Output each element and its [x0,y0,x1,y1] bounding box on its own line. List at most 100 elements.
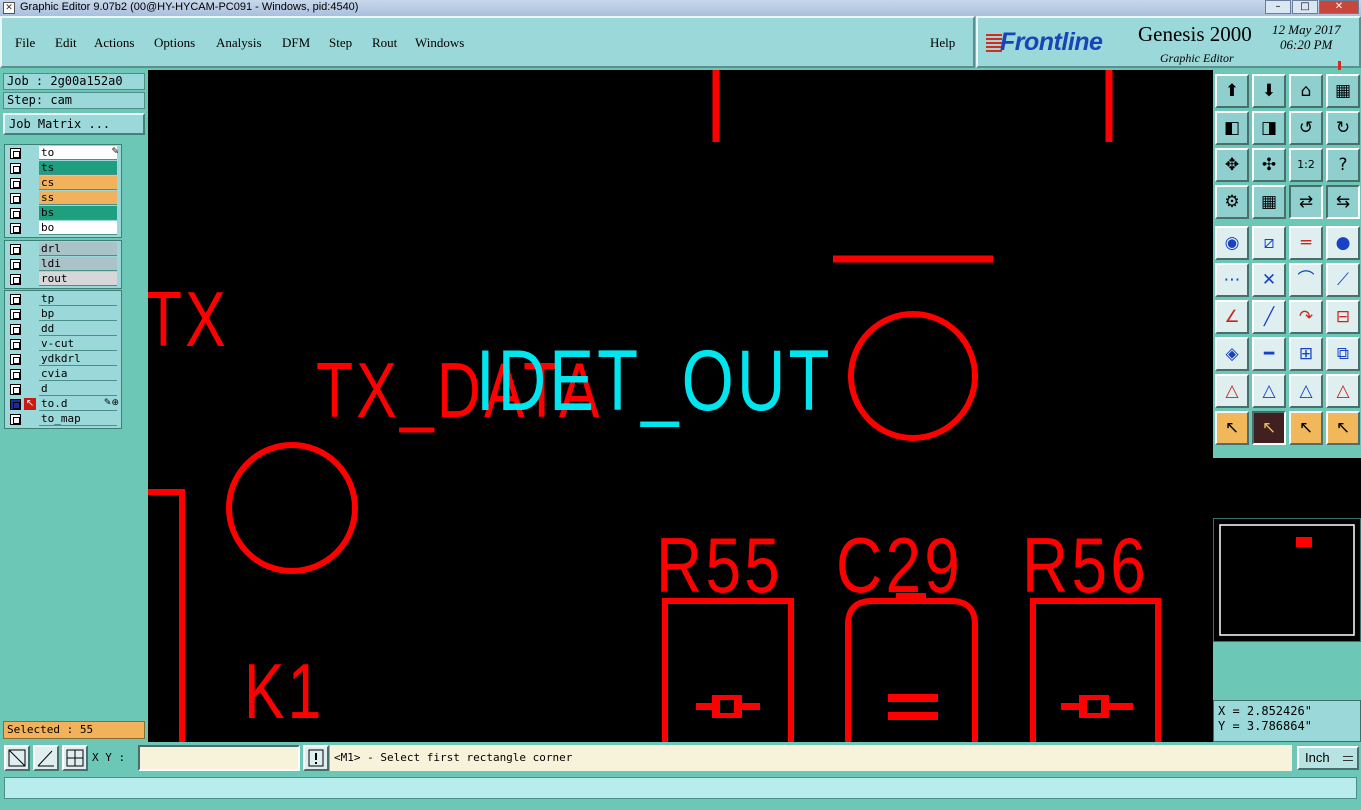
layer-name[interactable]: tp [39,292,117,306]
layer-name[interactable]: ydkdrl [39,352,117,366]
pad-select-icon[interactable]: ◉ [1215,226,1249,260]
rotate-icon[interactable]: ↷ [1289,300,1323,334]
pointer-select-icon[interactable]: ↖ [1252,411,1286,445]
triangle-d-icon[interactable]: △ [1326,374,1360,408]
redo-view-icon[interactable]: ↻ [1326,111,1360,145]
layer-name[interactable]: v-cut [39,337,117,351]
layer-checkbox[interactable] [10,274,21,285]
triangle-b-icon[interactable]: △ [1252,374,1286,408]
slash-icon[interactable]: ╱ [1252,300,1286,334]
connect-icon[interactable]: ⋯ [1215,263,1249,297]
pointer-route-icon[interactable]: ↖ [1326,411,1360,445]
layer-row-ydkdrl[interactable]: ydkdrl [5,352,121,367]
zoom-out-icon[interactable]: ✣ [1252,148,1286,182]
pan-left-icon[interactable]: ◧ [1215,111,1249,145]
menu-windows[interactable]: Windows [415,35,464,51]
layer-checkbox[interactable] [10,193,21,204]
net-highlight-icon[interactable]: ⇄ [1289,185,1323,219]
line-point-icon[interactable]: ⟋ [1326,263,1360,297]
layer-row-to[interactable]: to ✎ [5,146,121,161]
layer-checkbox[interactable] [10,294,21,305]
grid-view-icon[interactable]: ▦ [1326,74,1360,108]
layer-name[interactable]: cvia [39,367,117,381]
mirror-icon[interactable]: ⊟ [1326,300,1360,334]
layer-checkbox[interactable] [10,309,21,320]
layer-row-cs[interactable]: cs [5,176,121,191]
menu-edit[interactable]: Edit [55,35,77,51]
layer-checkbox[interactable] [10,259,21,270]
pan-right-icon[interactable]: ◨ [1252,111,1286,145]
layer-name[interactable]: to [39,146,117,160]
layer-row-rout[interactable]: rout [5,272,121,287]
layer-checkbox[interactable] [10,384,21,395]
layer-row-bs[interactable]: bs [5,206,121,221]
layer-checkbox[interactable] [10,354,21,365]
point-icon[interactable]: ● [1326,226,1360,260]
layer-row-cvia[interactable]: cvia [5,367,121,382]
layer-checkbox[interactable] [10,339,21,350]
alert-icon[interactable] [303,745,329,771]
maximize-button[interactable]: □ [1292,0,1318,14]
layer-row-bo[interactable]: bo [5,221,121,236]
units-select[interactable]: Inch [1297,746,1359,770]
layer-checkbox[interactable] [10,163,21,174]
graphic-canvas[interactable]: TX TX_DATA K1 R55 C29 R56 IDET_OUT [148,70,1213,742]
minimize-button[interactable]: – [1265,0,1291,14]
menu-analysis[interactable]: Analysis [216,35,262,51]
job-matrix-button[interactable]: Job Matrix ... [3,113,145,135]
layer-row-drl[interactable]: drl [5,242,121,257]
layer-name[interactable]: drl [39,242,117,256]
layer-row-to_map[interactable]: to_map [5,412,121,427]
menu-actions[interactable]: Actions [94,35,134,51]
undo-view-icon[interactable]: ↺ [1289,111,1323,145]
layer-checkbox[interactable] [10,208,21,219]
layer-row-to.d[interactable]: ↖ to.d ✎⊕ [5,397,121,412]
angle-snap-icon[interactable] [33,745,59,771]
snap-mode-icon[interactable] [4,745,30,771]
layer-name[interactable]: cs [39,176,117,190]
arc-icon[interactable]: ⌒ [1289,263,1323,297]
close-button[interactable]: ✕ [1319,0,1359,14]
help-icon[interactable]: ? [1326,148,1360,182]
layer-name[interactable]: bs [39,206,117,220]
snap-icon[interactable]: ⚙ [1215,185,1249,219]
layer-checkbox[interactable] [10,369,21,380]
zoom-home-icon[interactable]: ⬆ [1215,74,1249,108]
layer-name[interactable]: bp [39,307,117,321]
overview-preview[interactable] [1213,518,1361,642]
layer-checkbox[interactable] [10,414,21,425]
layer-row-ldi[interactable]: ldi [5,257,121,272]
xy-input[interactable] [138,745,300,771]
measure-icon[interactable]: ═ [1289,226,1323,260]
layer-row-dd[interactable]: dd [5,322,121,337]
fit-icon[interactable]: ⊞ [1289,337,1323,371]
menu-rout[interactable]: Rout [372,35,397,51]
zoom-fit-icon[interactable]: ⬇ [1252,74,1286,108]
line-cut-icon[interactable]: ━ [1252,337,1286,371]
triangle-a-icon[interactable]: △ [1215,374,1249,408]
layer-name[interactable]: rout [39,272,117,286]
menu-options[interactable]: Options [154,35,195,51]
home-icon[interactable]: ⌂ [1289,74,1323,108]
layer-name[interactable]: ts [39,161,117,175]
pointer-icon[interactable]: ↖ [1215,411,1249,445]
layer-row-v-cut[interactable]: v-cut [5,337,121,352]
zoom-in-icon[interactable]: ✥ [1215,148,1249,182]
grid-snap-icon[interactable] [62,745,88,771]
layer-checkbox[interactable] [10,178,21,189]
layer-row-tp[interactable]: tp [5,292,121,307]
squares-icon[interactable]: ⧉ [1326,337,1360,371]
layer-checkbox[interactable] [10,148,21,159]
menu-help[interactable]: Help [930,35,955,51]
layer-name[interactable]: bo [39,221,117,235]
layer-row-ts[interactable]: ts [5,161,121,176]
menu-file[interactable]: File [15,35,35,51]
pointer-rect-icon[interactable]: ↖ [1289,411,1323,445]
pause-icon[interactable] [1338,55,1346,89]
layer-checkbox[interactable] [10,324,21,335]
grid-icon[interactable]: ▦ [1252,185,1286,219]
angle-icon[interactable]: ∠ [1215,300,1249,334]
move-pad-icon[interactable]: ◈ [1215,337,1249,371]
layer-name[interactable]: ss [39,191,117,205]
layer-name[interactable]: d [39,382,117,396]
